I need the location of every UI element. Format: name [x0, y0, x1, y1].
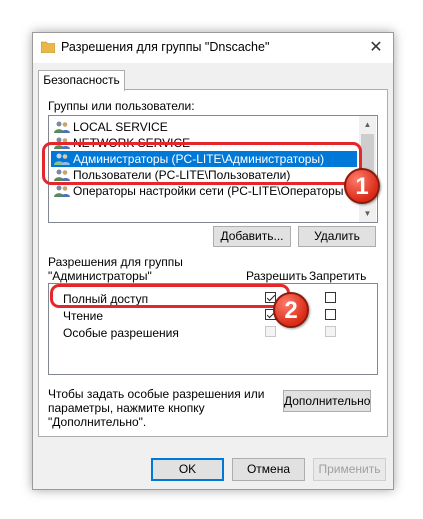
- step-badge-2: 2: [273, 292, 309, 328]
- permissions-dialog: Разрешения для группы "Dnscache" ✕ Безоп…: [32, 32, 394, 490]
- deny-checkbox-full-access[interactable]: [325, 292, 336, 303]
- deny-checkbox-read[interactable]: [325, 309, 336, 320]
- list-item-local-service[interactable]: LOCAL SERVICE: [51, 119, 357, 135]
- permission-name: Особые разрешения: [63, 326, 179, 340]
- highlight-administrators: [42, 142, 362, 185]
- users-icon: [54, 121, 70, 133]
- advanced-button[interactable]: Дополнительно: [283, 390, 371, 412]
- highlight-full-access: [50, 284, 290, 308]
- list-item-network-operators[interactable]: Операторы настройки сети (PC-LITE\Операт…: [51, 183, 372, 199]
- list-item-label: Операторы настройки сети (PC-LITE\Операт…: [73, 184, 372, 198]
- close-button[interactable]: ✕: [359, 33, 393, 63]
- deny-checkbox-special[interactable]: [325, 326, 336, 337]
- cancel-button[interactable]: Отмена: [232, 458, 305, 481]
- users-icon: [54, 185, 70, 197]
- advanced-hint-line1: Чтобы задать особые разрешения или: [48, 387, 265, 401]
- folder-icon: [41, 41, 55, 53]
- window-title: Разрешения для группы "Dnscache": [61, 40, 270, 54]
- tab-security[interactable]: Безопасность: [38, 70, 125, 91]
- groups-label: Группы или пользователи:: [48, 99, 195, 113]
- list-item-label: LOCAL SERVICE: [73, 120, 168, 134]
- permissions-label-line1: Разрешения для группы: [48, 255, 183, 269]
- scroll-down-icon[interactable]: ▼: [359, 205, 376, 222]
- add-button[interactable]: Добавить...: [213, 226, 291, 247]
- ok-button[interactable]: OK: [151, 458, 224, 481]
- scroll-up-icon[interactable]: ▲: [359, 116, 376, 133]
- allow-column-header: Разрешить: [246, 269, 308, 283]
- advanced-hint-line2: параметры, нажмите кнопку: [48, 401, 205, 415]
- step-badge-1: 1: [344, 168, 380, 204]
- permissions-label-line2: "Администраторы": [48, 269, 152, 283]
- allow-checkbox-special[interactable]: [265, 326, 276, 337]
- deny-column-header: Запретить: [309, 269, 367, 283]
- advanced-hint-line3: "Дополнительно".: [48, 415, 147, 429]
- remove-button[interactable]: Удалить: [298, 226, 376, 247]
- apply-button[interactable]: Применить: [313, 458, 386, 481]
- permission-name: Чтение: [63, 309, 104, 323]
- title-bar: Разрешения для группы "Dnscache" ✕: [33, 33, 393, 63]
